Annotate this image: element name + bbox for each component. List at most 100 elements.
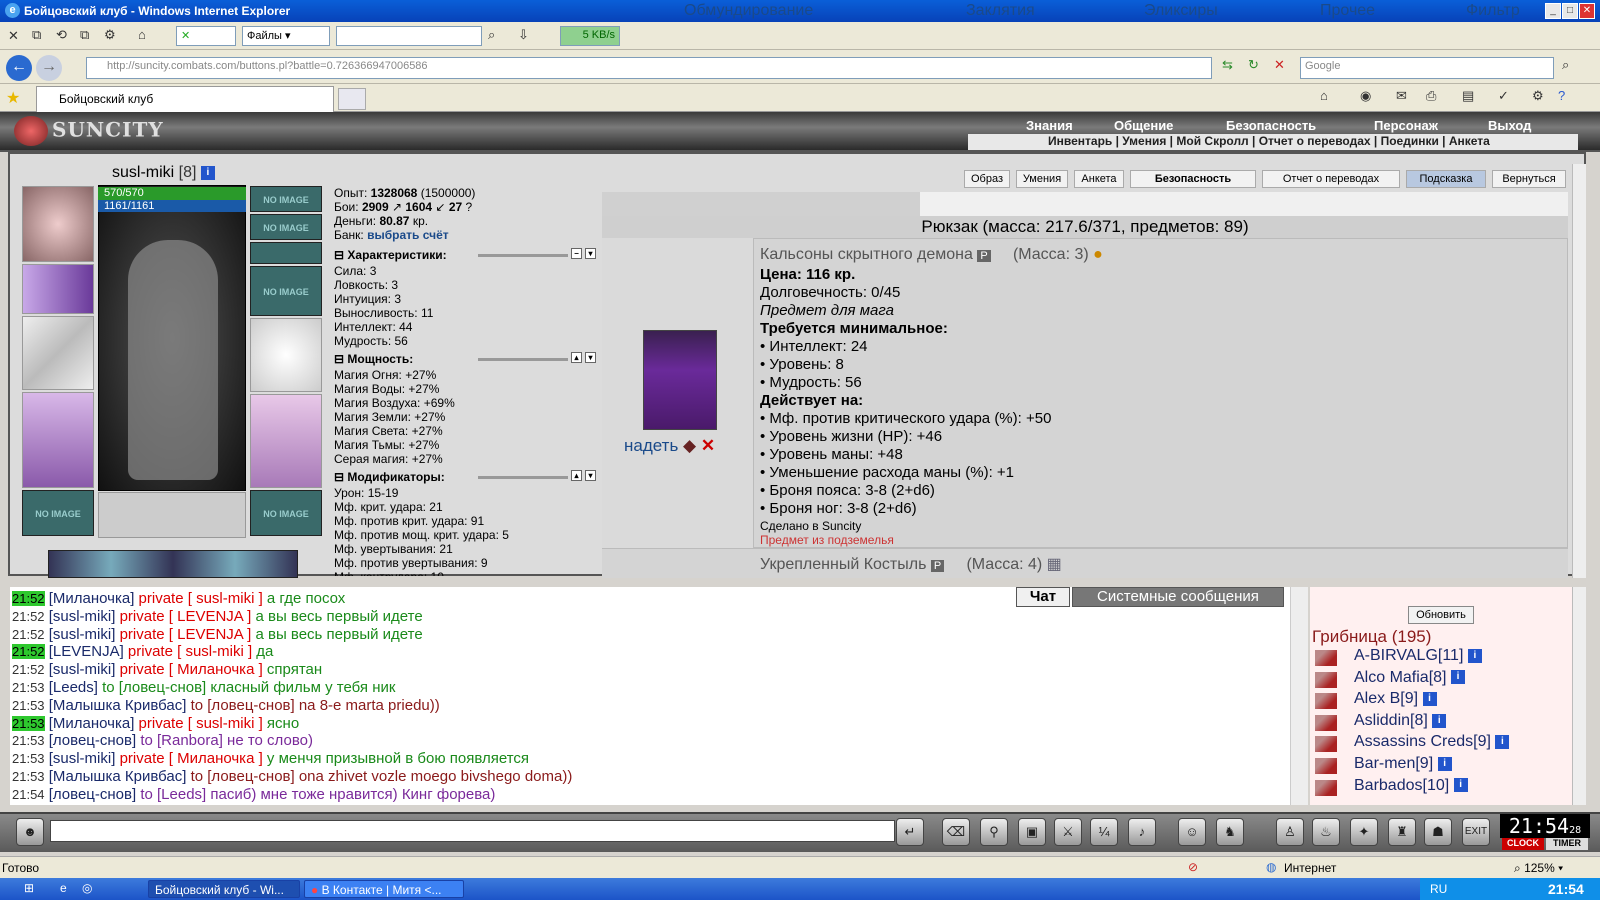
toolbar-icon-5[interactable]: ⌂ (138, 27, 146, 42)
menu-character[interactable]: Персонаж (1374, 118, 1438, 133)
filter-icon[interactable]: ⚲ (980, 818, 1008, 846)
hat-slot[interactable] (22, 186, 94, 262)
toolbar-icon-2[interactable]: ⟲ (56, 27, 67, 43)
page-icon[interactable]: ▤ (1462, 88, 1474, 104)
send-icon[interactable]: ↵ (896, 818, 924, 846)
tab-filter[interactable]: Фильтр (1466, 2, 1520, 20)
search-go-icon[interactable]: ⌕ (1562, 57, 1569, 73)
user-status-icon[interactable] (1315, 736, 1337, 753)
new-tab-button[interactable] (338, 88, 366, 110)
nav-security[interactable]: Безопасность (1130, 170, 1256, 188)
toolbar-close-icon[interactable]: ✕ (8, 28, 19, 44)
wear-link[interactable]: надеть ◆ ✕ (624, 436, 715, 456)
bracers-slot[interactable] (22, 264, 94, 314)
tab-other[interactable]: Прочее (1320, 2, 1375, 20)
tab-spells[interactable]: Заклятия (966, 2, 1035, 20)
menu-security[interactable]: Безопасность (1226, 118, 1316, 133)
potion-icon[interactable]: ♨ (1312, 818, 1340, 846)
armor-slot[interactable] (22, 392, 94, 488)
start-icon[interactable]: ⊞ (24, 881, 34, 895)
characteristics-header[interactable]: ⊟ Характеристики: − ▾ (334, 248, 596, 262)
nav-skills[interactable]: Умения (1016, 170, 1068, 188)
user-list-item[interactable]: Alex B[9] i (1354, 690, 1437, 708)
smile-menu-icon[interactable]: ☻ (16, 818, 44, 846)
stop-icon[interactable]: ✕ (1274, 57, 1285, 73)
task-vk[interactable]: ● В Контакте | Митя <... (304, 880, 464, 898)
minimize-button[interactable]: _ (1545, 3, 1561, 19)
spell-slots[interactable] (48, 550, 298, 578)
maximize-button[interactable]: □ (1562, 3, 1578, 19)
belt-slot[interactable]: NO IMAGE (22, 490, 94, 536)
menu-knowledge[interactable]: Знания (1026, 118, 1073, 133)
user-list-item[interactable]: Bar-men[9] i (1354, 755, 1452, 773)
user-status-icon[interactable] (1315, 758, 1337, 774)
search-icon[interactable]: ⌕ (488, 27, 495, 43)
menu-communication[interactable]: Общение (1114, 118, 1173, 133)
browser-tab[interactable]: Бойцовский клуб (36, 86, 334, 112)
tab-equipment[interactable]: Обмундирование (684, 2, 813, 20)
exit-icon[interactable]: EXIT (1462, 818, 1490, 846)
address-bar[interactable]: http://suncity.combats.com/buttons.pl?ba… (86, 57, 1212, 79)
favorites-star-icon[interactable]: ★ (6, 88, 20, 108)
back-button[interactable]: ← (6, 55, 32, 81)
info-icon[interactable]: i (200, 165, 215, 180)
go-icon[interactable]: ⇆ (1222, 57, 1233, 73)
toolbar-icon-4[interactable]: ⚙ (104, 27, 116, 43)
user-status-icon[interactable] (1315, 779, 1337, 796)
mail-icon[interactable]: ✉ (1396, 88, 1407, 104)
nav-profile[interactable]: Анкета (1074, 170, 1124, 188)
map-icon[interactable]: ✦ (1350, 818, 1378, 846)
tools-gear-icon[interactable]: ⚙ (1532, 88, 1544, 104)
slot-r1[interactable]: NO IMAGE (250, 186, 322, 212)
slot-r3[interactable] (250, 242, 322, 264)
boots-slot[interactable]: NO IMAGE (250, 490, 322, 536)
user-status-icon[interactable] (1315, 671, 1337, 688)
refresh-users-button[interactable]: Обновить (1408, 606, 1474, 624)
toolbar-icon-1[interactable]: ⧉ (32, 27, 41, 43)
users-scrollbar[interactable] (1572, 587, 1586, 805)
user-status-icon[interactable] (1315, 693, 1337, 710)
tab-elixirs[interactable]: Эликсиры (1144, 2, 1218, 20)
close-button[interactable]: ✕ (1579, 3, 1595, 19)
clear-icon[interactable]: ⌫ (942, 818, 970, 846)
slot-r2[interactable]: NO IMAGE (250, 214, 322, 240)
opera-quicklaunch-icon[interactable]: ◎ (82, 881, 92, 895)
main-scrollbar[interactable] (1572, 164, 1586, 578)
forward-button[interactable]: → (36, 55, 62, 81)
refresh-icon[interactable]: ↻ (1248, 57, 1259, 73)
user-list-item[interactable]: Barbados[10] i (1354, 777, 1468, 795)
clock-label[interactable]: CLOCK (1502, 838, 1544, 850)
save-icon[interactable]: ▣ (1018, 818, 1046, 846)
armor-icon[interactable]: ♜ (1388, 818, 1416, 846)
translit-icon[interactable]: ¼ (1090, 818, 1118, 846)
user-list-item[interactable]: Asliddin[8] i (1354, 712, 1447, 730)
toolbar-combo[interactable] (336, 26, 482, 46)
bank-link[interactable]: выбрать счёт (367, 228, 449, 242)
help-icon[interactable]: ? (1558, 88, 1565, 103)
print-icon[interactable]: ⎙ (1426, 88, 1436, 104)
user-list-item[interactable]: Alco Mafia[8] i (1354, 669, 1465, 687)
nav-image[interactable]: Образ (964, 170, 1010, 188)
chat-scrollbar[interactable] (1290, 587, 1308, 805)
chat-tab-chat[interactable]: Чат (1016, 587, 1070, 607)
search-box[interactable]: Google (1300, 57, 1554, 79)
sub-menu[interactable]: Инвентарь | Умения | Мой Скролл | Отчет … (968, 134, 1578, 150)
nav-transfers[interactable]: Отчет о переводах (1262, 170, 1400, 188)
modifiers-header[interactable]: ⊟ Модификаторы: ▴ ▾ (334, 470, 596, 484)
timer-label[interactable]: TIMER (1546, 838, 1588, 850)
slot-r4[interactable]: NO IMAGE (250, 266, 322, 316)
fight-icon[interactable]: ⚔ (1054, 818, 1082, 846)
helmet-icon[interactable]: ♞ (1216, 818, 1244, 846)
sound-icon[interactable]: ♪ (1128, 818, 1156, 846)
toolbar-icon-3[interactable]: ⧉ (80, 27, 89, 43)
home-icon[interactable]: ⌂ (1320, 88, 1328, 103)
bag-icon[interactable]: ♙ (1276, 818, 1304, 846)
ie-quicklaunch-icon[interactable]: e (60, 881, 67, 895)
files-dropdown[interactable]: Файлы ▾ (242, 26, 330, 46)
user-status-icon[interactable] (1315, 650, 1337, 666)
weapon-slot[interactable] (22, 316, 94, 390)
user-list-item[interactable]: Assassins Creds[9] i (1354, 733, 1510, 751)
task-ie[interactable]: Бойцовский клуб - Wi... (148, 880, 300, 898)
status-zoom[interactable]: ⌕ 125% ▾ (1514, 861, 1563, 876)
chat-tab-system[interactable]: Системные сообщения (1072, 587, 1284, 607)
